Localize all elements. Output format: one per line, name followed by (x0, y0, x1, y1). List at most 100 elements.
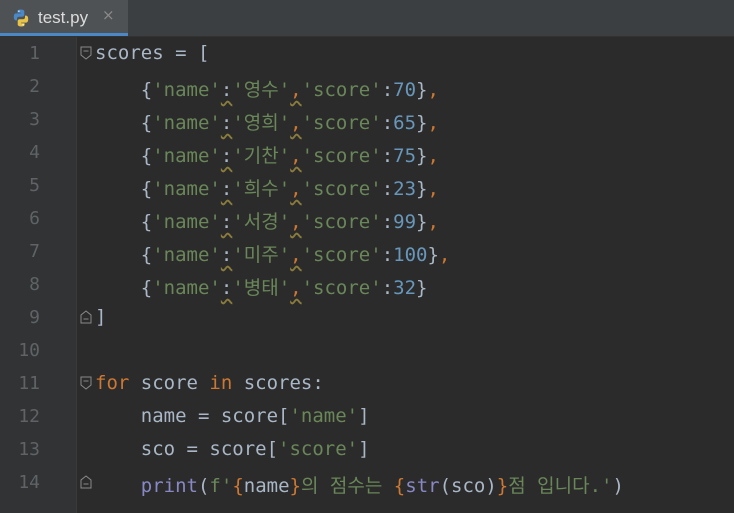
code-line[interactable]: 8 {'name':'병태','score':32} (0, 268, 734, 301)
code-token: : (220, 112, 233, 134)
code-token: str (405, 475, 440, 497)
code-token: 'name' (152, 112, 221, 134)
code-token: in (209, 372, 233, 394)
line-number: 8 (29, 274, 40, 295)
code-line[interactable]: 1 scores = [ (0, 37, 734, 70)
code-token: } (496, 475, 509, 497)
line-number: 2 (29, 76, 40, 97)
code-text: ] (95, 306, 106, 328)
code-token: { (140, 112, 153, 134)
code-token: '병태' (232, 277, 291, 299)
code-token: , (438, 244, 451, 266)
code-token: 'score' (301, 211, 382, 233)
tab-test-py[interactable]: test.py × (0, 0, 128, 36)
line-number: 9 (29, 307, 40, 328)
code-text: sco = score['score'] (95, 438, 370, 460)
code-token: 'name' (152, 244, 221, 266)
code-line[interactable]: 2 {'name':'영수','score':70}, (0, 70, 734, 103)
code-token: 65 (393, 112, 417, 134)
code-token: ] (95, 306, 107, 328)
code-token: { (140, 178, 153, 200)
code-line[interactable]: 4 {'name':'기찬','score':75}, (0, 136, 734, 169)
line-number: 11 (18, 373, 40, 394)
close-tab-icon[interactable]: × (102, 6, 115, 24)
code-token: { (140, 211, 153, 233)
fold-open-icon[interactable] (80, 376, 92, 390)
line-number: 3 (29, 109, 40, 130)
code-line[interactable]: 3 {'name':'영희','score':65}, (0, 103, 734, 136)
code-token: } (289, 475, 301, 497)
code-text: {'name':'영희','score':65}, (95, 108, 439, 135)
code-token: : (381, 79, 394, 101)
code-token: : (381, 145, 394, 167)
code-token: 23 (393, 178, 417, 200)
code-token: , (290, 145, 302, 167)
code-text: for score in scores: (95, 372, 324, 394)
code-token: , (290, 244, 302, 266)
code-token: '기찬' (232, 145, 291, 167)
code-token: for (95, 372, 130, 394)
code-token: 'name' (152, 211, 221, 233)
code-token: : (220, 277, 233, 299)
line-number: 1 (29, 43, 40, 64)
code-token: , (427, 178, 439, 200)
editor-tab-bar: test.py × (0, 0, 734, 37)
code-token: 'score' (301, 244, 382, 266)
code-token: score (129, 372, 210, 394)
code-text: scores = [ (95, 42, 209, 64)
code-line[interactable]: 13 sco = score['score'] (0, 433, 734, 466)
fold-end-icon[interactable] (80, 310, 92, 324)
code-token: '영희' (232, 112, 291, 134)
code-token: ) (612, 475, 624, 497)
code-token: scores = [ (95, 42, 210, 64)
code-token: } (416, 145, 428, 167)
code-line[interactable]: 14 print(f'{name}의 점수는 {str(sco)}점 입니다.'… (0, 466, 734, 499)
code-token: 70 (393, 79, 417, 101)
line-number: 10 (18, 340, 40, 361)
code-token: 'name' (152, 178, 221, 200)
code-token: , (427, 145, 439, 167)
code-token: name = score[ (140, 405, 290, 427)
code-token: { (393, 475, 406, 497)
code-token: 'name' (289, 405, 359, 427)
code-token: 'name' (152, 79, 221, 101)
code-editor[interactable]: 1 scores = [2 {'name':'영수','score':70}, 3 … (0, 37, 734, 513)
code-token: ( (197, 475, 210, 497)
code-token: : (220, 211, 233, 233)
line-number: 12 (18, 406, 40, 427)
code-line[interactable]: 5 {'name':'희수','score':23}, (0, 169, 734, 202)
code-token: , (290, 79, 302, 101)
code-token: : (381, 244, 394, 266)
code-token: 'score' (301, 79, 382, 101)
line-number: 4 (29, 142, 40, 163)
line-number: 13 (18, 439, 40, 460)
code-line[interactable]: 9] (0, 301, 734, 334)
code-line[interactable]: 6 {'name':'서경','score':99}, (0, 202, 734, 235)
code-token: , (427, 211, 439, 233)
code-token: '서경' (232, 211, 291, 233)
code-line[interactable]: 12 name = score['name'] (0, 400, 734, 433)
code-token: '영수' (232, 79, 291, 101)
code-token: { (140, 79, 153, 101)
line-number: 7 (29, 241, 40, 262)
code-token: : (381, 211, 394, 233)
code-token: : (220, 79, 233, 101)
code-token: : (220, 244, 233, 266)
code-token: , (290, 112, 302, 134)
code-token: name (243, 475, 290, 497)
code-line[interactable]: 10 (0, 334, 734, 367)
fold-open-icon[interactable] (80, 46, 92, 60)
code-token: ] (358, 405, 370, 427)
code-token: } (427, 244, 439, 266)
code-token: } (416, 211, 428, 233)
code-token: 'name' (152, 277, 221, 299)
fold-end-icon[interactable] (80, 475, 92, 489)
code-line[interactable]: 11 for score in scores: (0, 367, 734, 400)
code-token: { (140, 277, 153, 299)
code-token: 점 입니다.' (508, 475, 613, 497)
code-token: { (140, 145, 153, 167)
code-token: 'score' (301, 178, 382, 200)
code-token: f' (209, 475, 233, 497)
code-line[interactable]: 7 {'name':'미주','score':100}, (0, 235, 734, 268)
code-token: 'score' (301, 112, 382, 134)
